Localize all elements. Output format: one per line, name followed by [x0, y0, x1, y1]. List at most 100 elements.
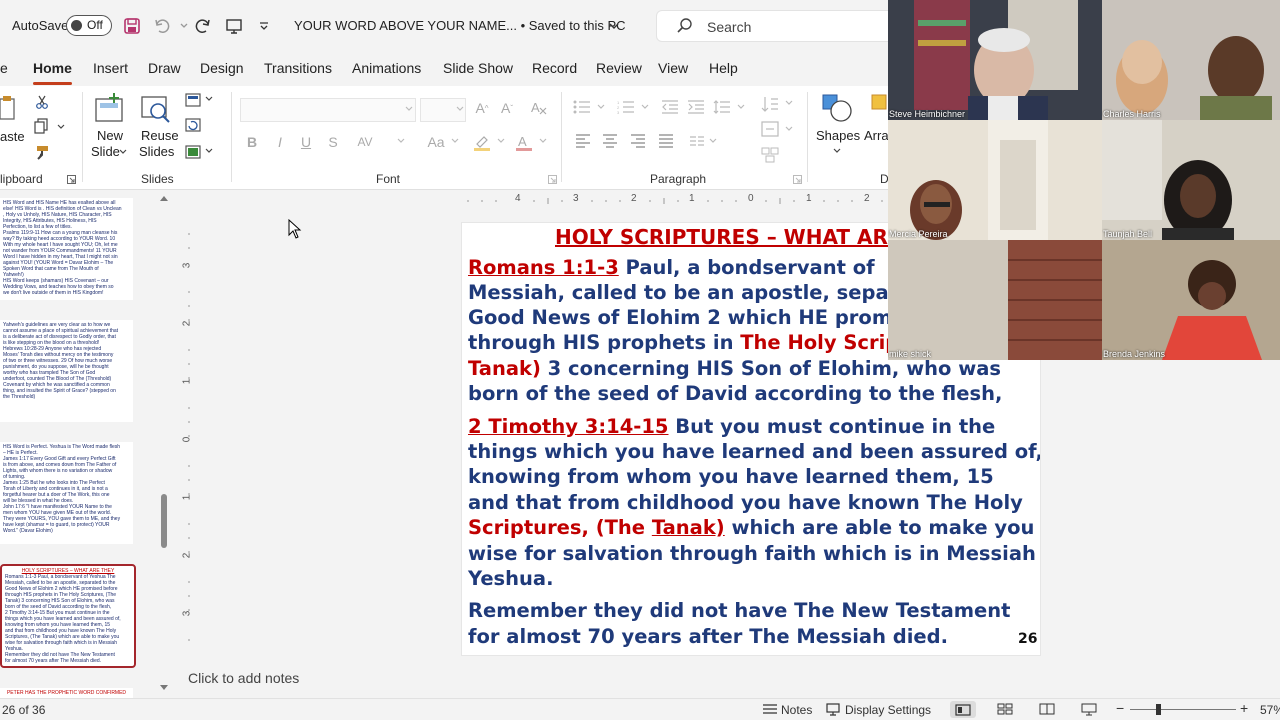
justify-icon[interactable]	[657, 132, 675, 150]
highlight-dropdown-icon[interactable]	[496, 136, 506, 146]
change-case-icon[interactable]: Aa	[424, 132, 448, 152]
arrange-icon[interactable]	[870, 92, 888, 122]
slide-text-line[interactable]: things which you have learned and been a…	[468, 439, 1040, 465]
search-box[interactable]: Search	[656, 10, 896, 42]
zoom-out-icon[interactable]: −	[1116, 700, 1124, 716]
slide-panel-scroll-thumb[interactable]	[161, 494, 167, 548]
undo-icon[interactable]	[150, 14, 174, 38]
present-from-beginning-icon[interactable]	[222, 14, 246, 38]
notes-icon[interactable]	[762, 702, 778, 716]
display-settings-button[interactable]: Display Settings	[845, 703, 931, 717]
scroll-up-icon[interactable]	[158, 192, 170, 204]
section-dropdown-icon[interactable]	[204, 146, 214, 156]
reuse-slides-icon[interactable]	[140, 92, 172, 124]
increase-font-size-icon[interactable]: A ^	[472, 98, 492, 118]
new-slide-label-2[interactable]: Slide	[91, 144, 120, 159]
slide-text-line[interactable]: Good News of Elohim 2 which HE prom	[468, 305, 892, 331]
numbering-icon[interactable]: 123	[616, 98, 636, 116]
zoom-slider-track[interactable]	[1130, 709, 1236, 710]
slide-text-line[interactable]: wise for salvation through faith which i…	[468, 541, 1036, 567]
change-case-dropdown-icon[interactable]	[450, 136, 460, 146]
layout-dropdown-icon[interactable]	[204, 94, 214, 104]
copy-icon[interactable]	[32, 118, 52, 134]
font-color-icon[interactable]: A	[514, 132, 534, 152]
italic-icon[interactable]: I	[272, 132, 288, 152]
participant-tile[interactable]: Mercia Pereira	[888, 120, 1102, 240]
slide-text-line[interactable]: Messiah, called to be an apostle, separ	[468, 280, 898, 306]
numbering-dropdown-icon[interactable]	[640, 102, 650, 112]
slide-text-line[interactable]: for almost 70 years after The Messiah di…	[468, 624, 948, 650]
tab-transitions[interactable]: Transitions	[264, 60, 332, 76]
columns-dropdown-icon[interactable]	[708, 136, 718, 146]
slide-thumbnail-24[interactable]: Yahweh's guidelines are very clear as to…	[0, 320, 133, 422]
line-spacing-icon[interactable]	[712, 98, 732, 116]
convert-to-smartart-icon[interactable]	[760, 146, 780, 164]
normal-view-icon[interactable]	[950, 701, 976, 718]
slide-text-line[interactable]: Yeshua.	[468, 566, 554, 592]
reuse-slides-label-2[interactable]: Slides	[139, 144, 174, 159]
align-text-dropdown-icon[interactable]	[784, 124, 794, 134]
increase-indent-icon[interactable]	[686, 98, 706, 116]
clipboard-launcher-icon[interactable]	[66, 174, 76, 184]
line-spacing-dropdown-icon[interactable]	[736, 102, 746, 112]
chevron-down-icon[interactable]	[602, 14, 626, 38]
zoom-level[interactable]: 57%	[1260, 703, 1280, 717]
tab-help[interactable]: Help	[709, 60, 738, 76]
shapes-icon[interactable]	[820, 92, 856, 124]
new-slide-label-1[interactable]: New	[97, 128, 123, 143]
participant-tile[interactable]: Brenda Jenkins	[1102, 240, 1280, 360]
align-left-icon[interactable]	[574, 132, 592, 150]
slide-thumbnail-27[interactable]: PETER HAS THE PROPHETIC WORD CONFIRMED	[0, 688, 133, 698]
copy-dropdown-icon[interactable]	[56, 122, 66, 132]
font-size-dropdown-icon[interactable]	[455, 104, 465, 114]
slide-text-line[interactable]: Remember they did not have The New Testa…	[468, 598, 1011, 624]
shapes-dropdown-icon[interactable]	[832, 146, 842, 156]
slide-thumbnail-23[interactable]: HIS Word and HIS Name HE has exalted abo…	[0, 198, 133, 300]
layout-icon[interactable]	[184, 92, 202, 108]
participant-tile[interactable]: Taunjah Bell	[1102, 120, 1280, 240]
tab-design[interactable]: Design	[200, 60, 244, 76]
zoom-slider-thumb[interactable]	[1156, 704, 1161, 715]
font-name-box[interactable]	[240, 98, 416, 122]
columns-icon[interactable]	[688, 132, 706, 150]
reuse-slides-label-1[interactable]: Reuse	[141, 128, 179, 143]
text-direction-dropdown-icon[interactable]	[784, 98, 794, 108]
slide-text-line[interactable]: Scriptures, (The Tanak) which are able t…	[468, 515, 1034, 541]
tab-animations[interactable]: Animations	[352, 60, 421, 76]
clear-formatting-icon[interactable]: A	[528, 98, 550, 118]
participant-tile[interactable]: mike shick	[888, 240, 1102, 360]
slide-text-line[interactable]: through HIS prophets in The Holy Scrip	[468, 330, 899, 356]
text-direction-icon[interactable]	[760, 94, 780, 114]
notes-placeholder[interactable]: Click to add notes	[188, 670, 299, 686]
new-slide-dropdown-icon[interactable]	[118, 147, 128, 157]
document-title[interactable]: YOUR WORD ABOVE YOUR NAME... • Saved to …	[294, 18, 626, 33]
notes-button[interactable]: Notes	[781, 703, 812, 717]
tab-view[interactable]: View	[658, 60, 688, 76]
font-color-dropdown-icon[interactable]	[538, 136, 548, 146]
autosave-toggle[interactable]: Off	[66, 15, 112, 36]
customize-toolbar-icon[interactable]	[252, 14, 276, 38]
paste-icon[interactable]	[0, 94, 16, 122]
redo-icon[interactable]	[191, 14, 215, 38]
character-spacing-icon[interactable]: AV	[350, 132, 380, 152]
slide-show-icon[interactable]	[1080, 702, 1098, 716]
participant-tile[interactable]: Charles Harris	[1102, 0, 1280, 120]
bullets-icon[interactable]	[572, 98, 592, 116]
tab-insert[interactable]: Insert	[93, 60, 128, 76]
tab-review[interactable]: Review	[596, 60, 642, 76]
slide-text-line[interactable]: 2 Timothy 3:14-15 But you must continue …	[468, 414, 995, 440]
bullets-dropdown-icon[interactable]	[596, 102, 606, 112]
slide-sorter-icon[interactable]	[996, 702, 1014, 716]
tab-draw[interactable]: Draw	[148, 60, 181, 76]
scroll-down-icon[interactable]	[158, 682, 170, 694]
participant-tile[interactable]: Steve Heimbichner	[888, 0, 1102, 120]
slide-thumbnail-25[interactable]: HIS Word is Perfect. Yeshua is The Word …	[0, 442, 133, 544]
new-slide-icon[interactable]	[94, 92, 126, 124]
align-right-icon[interactable]	[629, 132, 647, 150]
display-settings-icon[interactable]	[826, 702, 842, 716]
underline-icon[interactable]: U	[298, 132, 314, 152]
format-painter-icon[interactable]	[33, 144, 51, 162]
slide-text-line[interactable]: born of the seed of David according to t…	[468, 381, 1002, 407]
reading-view-icon[interactable]	[1038, 702, 1056, 716]
slide-title[interactable]: HOLY SCRIPTURES – WHAT ARE	[555, 225, 902, 249]
